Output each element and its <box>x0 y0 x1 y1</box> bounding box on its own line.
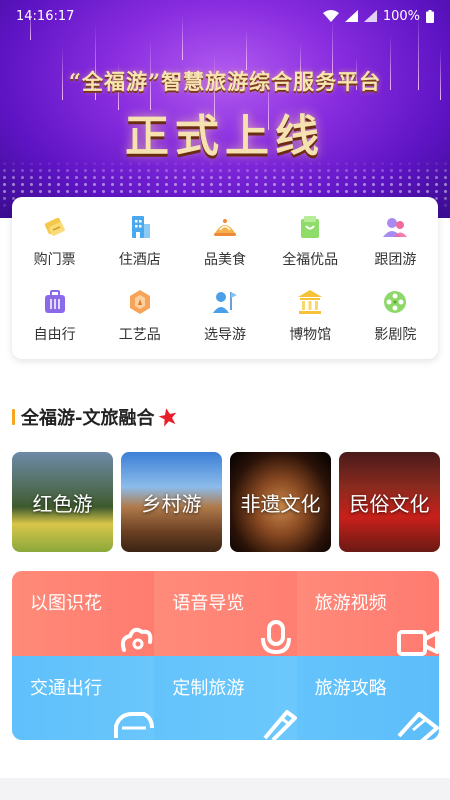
status-time: 14:16:17 <box>16 8 75 24</box>
culture-tiles: 红色游 乡村游 非遗文化 民俗文化 <box>12 452 440 552</box>
category-item-tickets[interactable]: 购门票 <box>12 203 97 278</box>
culture-tile-label: 乡村游 <box>141 491 202 516</box>
category-label: 选导游 <box>203 326 246 343</box>
guide-flag-icon <box>212 291 237 313</box>
pen-icon <box>263 710 297 740</box>
signal-icon-secondary <box>363 10 377 22</box>
culture-tile-heritage[interactable]: 非遗文化 <box>230 452 331 552</box>
category-label: 购门票 <box>33 251 76 268</box>
category-item-hotel[interactable]: 住酒店 <box>97 203 182 278</box>
service-tile-flower-recognition[interactable]: 以图识花 <box>12 571 155 656</box>
signal-icon <box>344 10 358 22</box>
banner-subtitle: “全福游”智慧旅游综合服务平台 <box>68 69 382 94</box>
status-bar: 14:16:17 100% <box>0 0 450 32</box>
culture-tile-red-tour[interactable]: 红色游 <box>12 452 113 552</box>
category-item-products[interactable]: 全福优品 <box>268 203 353 278</box>
wifi-icon <box>322 10 339 22</box>
service-label: 旅游攻略 <box>314 677 387 699</box>
section-title: 全福游-文旅融合 <box>21 408 155 429</box>
culture-tile-folk-culture[interactable]: 民俗文化 <box>339 452 440 552</box>
car-icon <box>114 712 155 738</box>
ticket-icon <box>44 217 65 236</box>
category-label: 全福优品 <box>282 251 339 268</box>
food-icon <box>213 218 236 236</box>
battery-percent: 100% <box>382 8 420 24</box>
category-item-museum[interactable]: 博物馆 <box>268 278 353 353</box>
banner-headline: 正式上线 <box>125 111 325 162</box>
category-label: 影剧院 <box>374 326 417 343</box>
category-label: 品美食 <box>203 251 246 268</box>
culture-tile-label: 非遗文化 <box>240 491 321 516</box>
category-item-food[interactable]: 品美食 <box>182 203 267 278</box>
craft-icon <box>129 289 150 314</box>
category-item-guide[interactable]: 选导游 <box>182 278 267 353</box>
bottom-divider <box>0 778 450 800</box>
category-label: 住酒店 <box>118 251 161 268</box>
museum-icon <box>298 289 323 314</box>
category-label: 博物馆 <box>289 326 332 343</box>
service-tile-audio-guide[interactable]: 语音导览 <box>154 571 297 656</box>
service-tile-travel-video[interactable]: 旅游视频 <box>296 571 439 656</box>
service-label: 旅游视频 <box>314 593 387 614</box>
service-label: 以图识花 <box>30 593 102 614</box>
light-streak <box>246 29 247 70</box>
film-reel-icon <box>384 290 407 313</box>
promo-banner[interactable]: “全福游”智慧旅游综合服务平台 正式上线 <box>0 0 450 218</box>
culture-tile-label: 民俗文化 <box>349 491 430 516</box>
service-label: 交通出行 <box>30 677 102 699</box>
category-label: 自由行 <box>33 326 76 343</box>
battery-icon <box>426 9 434 23</box>
service-tile-travel-guide[interactable]: 旅游攻略 <box>296 655 439 740</box>
service-tile-custom-tour[interactable]: 定制旅游 <box>154 655 297 740</box>
service-grid: 以图识花 语音导览 旅游视频 交通出行 定制旅游 旅游攻略 <box>12 571 439 740</box>
guide-book-icon <box>397 712 439 740</box>
category-item-free-travel[interactable]: 自由行 <box>12 278 97 353</box>
service-label: 定制旅游 <box>172 677 245 699</box>
category-label: 跟团游 <box>374 251 417 268</box>
tour-group-icon <box>383 217 408 237</box>
category-item-crafts[interactable]: 工艺品 <box>97 278 182 353</box>
service-label: 语音导览 <box>172 593 245 614</box>
video-camera-icon <box>396 629 439 656</box>
category-item-group-tour[interactable]: 跟团游 <box>353 203 438 278</box>
hotel-icon <box>131 215 150 238</box>
suitcase-icon <box>44 289 65 313</box>
shopping-bag-icon <box>301 215 320 238</box>
category-grid: 购门票 住酒店 品美食 全福优品 跟团游 自由行 工艺品 选导游 博物馆 影剧院 <box>12 197 438 359</box>
category-item-theater[interactable]: 影剧院 <box>353 278 438 353</box>
flower-scan-icon <box>121 627 153 652</box>
culture-tile-label: 红色游 <box>32 491 93 516</box>
status-icons: 100% <box>322 8 434 24</box>
microphone-icon <box>260 619 291 654</box>
category-label: 工艺品 <box>118 326 161 343</box>
section-accent-bar <box>12 409 15 425</box>
red-star-icon <box>159 408 177 427</box>
section-header: 全福游-文旅融合 <box>12 405 178 429</box>
culture-tile-rural-tour[interactable]: 乡村游 <box>121 452 222 552</box>
service-tile-transport[interactable]: 交通出行 <box>12 655 155 740</box>
